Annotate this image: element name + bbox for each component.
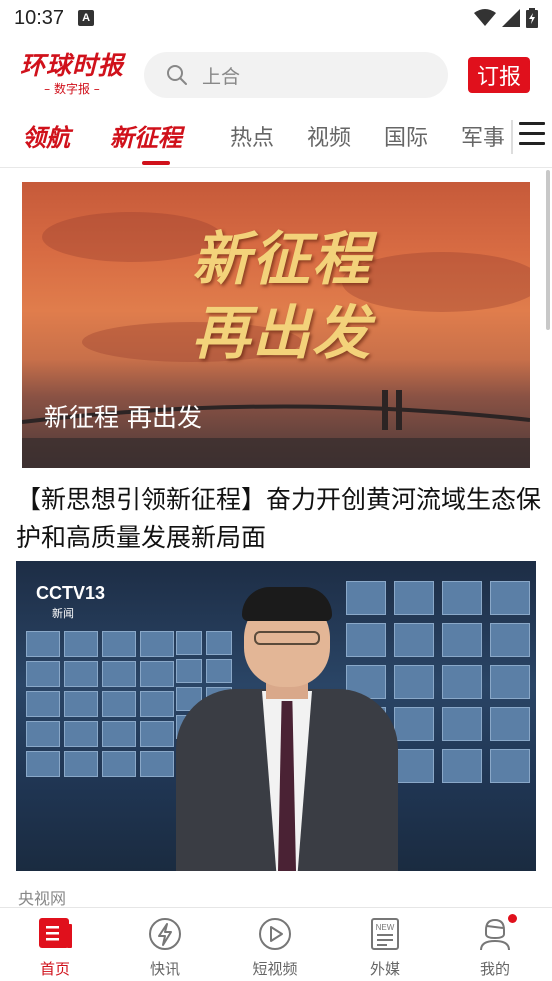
- lightning-icon: [149, 918, 181, 950]
- banner-art-title: 新征程 再出发: [152, 222, 412, 370]
- bottom-nav: 首页 快讯 短视频 NEW 外媒 我的: [0, 907, 552, 981]
- nav-flash-label: 快讯: [149, 960, 180, 978]
- new-paper-icon: NEW: [371, 918, 399, 950]
- app-header: 环球时报 – 数字报 – 上合 订报: [0, 46, 552, 106]
- nav-flash[interactable]: 快讯: [110, 908, 220, 981]
- article-source: 央视网: [18, 889, 67, 907]
- logo-title: 环球时报: [19, 51, 124, 80]
- wifi-icon: [474, 9, 496, 26]
- cctv-subtitle: 新闻: [52, 607, 74, 620]
- tab-linghang[interactable]: 领航: [22, 118, 70, 153]
- tab-redian[interactable]: 热点: [230, 120, 274, 152]
- scrollbar[interactable]: [546, 170, 550, 330]
- nav-short-video[interactable]: 短视频: [220, 908, 330, 981]
- search-icon: [167, 65, 187, 85]
- tab-xinzhengcheng[interactable]: 新征程: [110, 118, 182, 153]
- profile-icon: [480, 918, 510, 951]
- battery-icon: [526, 8, 538, 28]
- svg-text:NEW: NEW: [376, 923, 395, 932]
- signal-icon: [502, 9, 520, 27]
- channel-tabs: 领航 新征程 热点 视频 国际 军事: [0, 112, 552, 168]
- status-indicators: [474, 8, 538, 28]
- notification-badge: [508, 914, 517, 923]
- cctv-logo: CCTV13: [36, 583, 106, 603]
- anchor-glasses: [254, 631, 320, 645]
- search-input[interactable]: 上合: [144, 52, 448, 98]
- tab-shipin[interactable]: 视频: [307, 120, 351, 152]
- nav-profile-label: 我的: [479, 960, 510, 978]
- logo-subtitle: – 数字报 –: [44, 82, 100, 96]
- tab-guoji[interactable]: 国际: [384, 120, 428, 152]
- nav-foreign-media-label: 外媒: [369, 960, 400, 978]
- banner-art-line1: 新征程: [191, 225, 372, 293]
- tab-divider: [511, 120, 513, 154]
- notification-icon: A: [78, 10, 95, 26]
- play-icon: [259, 918, 291, 950]
- active-tab-indicator: [142, 161, 170, 165]
- home-icon: [39, 918, 72, 948]
- nav-profile[interactable]: 我的: [440, 908, 550, 981]
- anchor-hair: [242, 587, 332, 621]
- monitor-wall-left: [26, 631, 174, 777]
- nav-home-label: 首页: [39, 960, 70, 978]
- news-feed[interactable]: 新征程 再出发 新征程 再出发 【新思想引领新征程】奋力开创黄河流域生态保护和高…: [0, 169, 552, 907]
- status-time: 10:37: [14, 6, 65, 29]
- banner-art-line2: 再出发: [191, 299, 372, 367]
- banner-caption: 新征程 再出发: [44, 403, 202, 432]
- search-placeholder: 上合: [202, 65, 241, 88]
- nav-foreign-media[interactable]: NEW 外媒: [330, 908, 440, 981]
- app-logo[interactable]: 环球时报 – 数字报 –: [18, 52, 126, 102]
- tab-junshi[interactable]: 军事: [461, 120, 505, 152]
- article-headline[interactable]: 【新思想引领新征程】奋力开创黄河流域生态保护和高质量发展新局面: [16, 481, 542, 557]
- feature-banner[interactable]: 新征程 再出发 新征程 再出发: [22, 182, 530, 468]
- subscribe-button[interactable]: 订报: [468, 57, 530, 93]
- nav-short-video-label: 短视频: [252, 960, 298, 978]
- nav-home[interactable]: 首页: [0, 908, 110, 981]
- video-thumbnail[interactable]: CCTV13 新闻: [16, 561, 536, 871]
- menu-icon[interactable]: [519, 122, 545, 148]
- status-bar: 10:37 A: [0, 0, 552, 36]
